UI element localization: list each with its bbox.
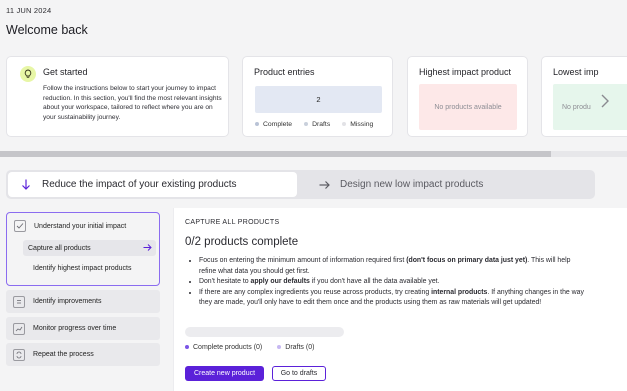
get-started-description: Follow the instructions below to start y… [43, 85, 222, 121]
lowest-impact-card[interactable]: Lowest imp No produ [541, 56, 627, 137]
tab-reduce-impact[interactable]: Reduce the impact of your existing produ… [8, 172, 297, 197]
product-entries-card[interactable]: Product entries 2 Complete Drafts Missin… [242, 56, 393, 137]
section-label: CAPTURE ALL PRODUCTS [185, 219, 280, 226]
list-icon [13, 295, 25, 308]
tab-design-new[interactable]: Design new low impact products [306, 172, 593, 197]
lowest-impact-title: Lowest imp [553, 67, 599, 77]
legend-dot [185, 345, 189, 350]
welcome-title: Welcome back [6, 23, 88, 37]
list-item: If there are any complex ingredients you… [199, 288, 588, 309]
sidebar-item-monitor[interactable]: Monitor progress over time [6, 317, 160, 340]
tab-label: Design new low impact products [340, 179, 484, 190]
checklist-icon [14, 220, 26, 232]
get-started-title: Get started [43, 67, 88, 77]
highest-impact-card[interactable]: Highest impact product No products avail… [407, 56, 528, 137]
sidebar-item-capture-all[interactable]: Capture all products [23, 240, 156, 256]
carousel-next-icon[interactable] [598, 92, 612, 110]
legend-drafts: Drafts [304, 121, 330, 128]
product-entries-title: Product entries [254, 67, 315, 77]
legend-drafts: Drafts (0) [277, 344, 314, 351]
legend-dot [304, 122, 309, 127]
scrollbar-thumb[interactable] [0, 151, 551, 157]
product-entries-count: 2 [255, 86, 382, 113]
create-product-button[interactable]: Create new product [185, 366, 264, 381]
product-entries-legend: Complete Drafts Missing [255, 121, 373, 128]
go-to-drafts-button[interactable]: Go to drafts [272, 366, 326, 381]
list-item: Focus on entering the minimum amount of … [199, 256, 588, 277]
legend-dot [255, 122, 259, 127]
repeat-icon [13, 348, 25, 361]
arrow-right-icon [316, 180, 332, 190]
legend-dot [277, 345, 282, 350]
highest-impact-title: Highest impact product [419, 67, 512, 77]
sidebar-group-header[interactable]: Understand your initial impact [14, 220, 126, 232]
highest-impact-empty: No products available [419, 84, 517, 130]
tabs-bar: Reduce the impact of your existing produ… [6, 170, 595, 199]
sidebar-item-repeat[interactable]: Repeat the process [6, 343, 160, 366]
legend-dot [342, 122, 347, 127]
date-label: 11 JUN 2024 [6, 6, 52, 15]
arrow-right-icon [143, 243, 152, 254]
arrow-down-icon [18, 179, 34, 190]
sidebar-item-improvements[interactable]: Identify improvements [6, 290, 160, 313]
list-item: Don't hesitate to apply our defaults if … [199, 277, 588, 288]
instructions-list: Focus on entering the minimum amount of … [193, 256, 588, 309]
sidebar-item-identify-highest[interactable]: Identify highest impact products [33, 265, 131, 272]
tab-label: Reduce the impact of your existing produ… [42, 179, 237, 190]
chart-icon [13, 322, 25, 335]
lowest-impact-empty: No produ [553, 84, 627, 130]
progress-title: 0/2 products complete [185, 236, 299, 248]
legend-missing: Missing [342, 121, 373, 128]
get-started-card: Get started Follow the instructions belo… [6, 56, 229, 137]
progress-bar [185, 327, 344, 337]
lightbulb-icon [20, 66, 36, 82]
legend-complete: Complete [255, 121, 292, 128]
legend-complete-products: Complete products (0) [185, 344, 262, 351]
progress-legend: Complete products (0) Drafts (0) [185, 344, 314, 351]
